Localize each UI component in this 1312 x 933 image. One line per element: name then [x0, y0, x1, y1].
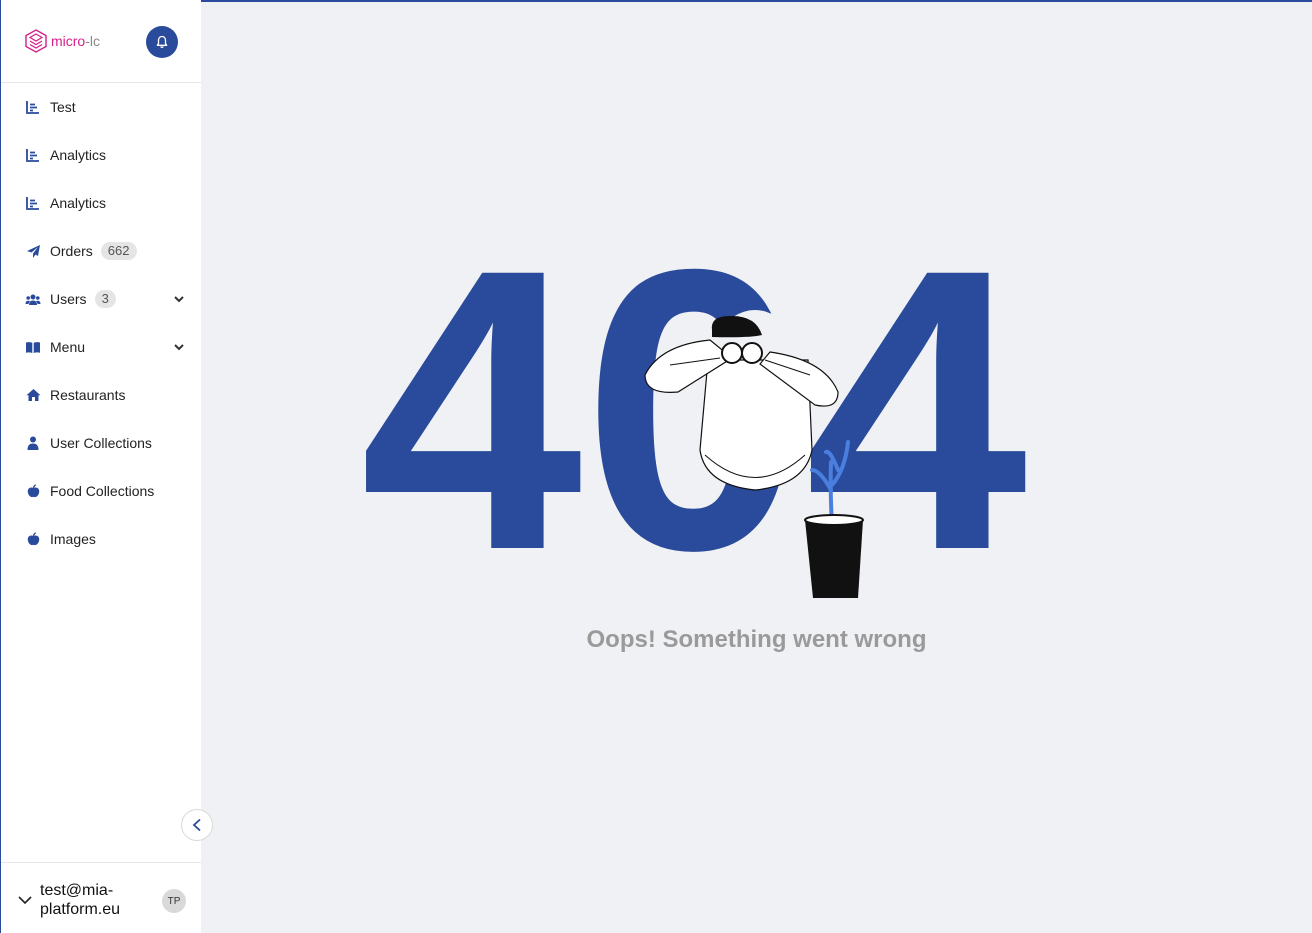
user-email: test@mia-platform.eu	[40, 882, 121, 918]
chevron-down-icon[interactable]	[173, 341, 185, 353]
apple-icon	[25, 483, 41, 499]
paper-plane-icon	[25, 243, 41, 259]
sidebar-item-images[interactable]: Images	[1, 515, 201, 563]
sidebar-item-test[interactable]: Test	[1, 83, 201, 131]
sidebar-item-food-collections[interactable]: Food Collections	[1, 467, 201, 515]
error-404-illustration: 404	[360, 240, 1030, 610]
app-logo[interactable]: micro-lc	[25, 29, 100, 53]
sidebar-item-label: Analytics	[50, 147, 107, 163]
error-message: Oops! Something went wrong	[586, 626, 927, 653]
chart-icon	[25, 195, 41, 211]
error-digit-left: 404	[360, 240, 1030, 610]
user-footer[interactable]: test@mia-platform.eu TP	[1, 862, 201, 933]
logo-cube-icon	[25, 29, 47, 53]
sidebar-item-label: Users	[50, 291, 87, 307]
sidebar-item-label: Menu	[50, 339, 86, 355]
sidebar-item-menu[interactable]: Menu	[1, 323, 201, 371]
sidebar-header: micro-lc	[1, 0, 201, 83]
users-icon	[25, 291, 41, 307]
users-count-badge: 3	[94, 290, 116, 308]
sidebar-item-users[interactable]: Users 3	[1, 275, 201, 323]
sidebar-item-restaurants[interactable]: Restaurants	[1, 371, 201, 419]
chart-icon	[25, 147, 41, 163]
user-icon	[25, 435, 41, 451]
sidebar-item-label: Test	[50, 99, 76, 115]
sidebar-item-label: User Collections	[50, 435, 152, 451]
sidebar-menu: Test Analytics Analytics Orders 662 User…	[1, 83, 201, 563]
sidebar-item-label: Images	[50, 531, 96, 547]
sidebar-item-label: Restaurants	[50, 387, 126, 403]
orders-count-badge: 662	[100, 242, 137, 260]
sidebar-item-analytics[interactable]: Analytics	[1, 131, 201, 179]
bell-icon	[156, 35, 168, 49]
sidebar-item-user-collections[interactable]: User Collections	[1, 419, 201, 467]
chevron-left-icon	[192, 818, 201, 832]
apple-icon	[25, 531, 41, 547]
collapse-sidebar-button[interactable]	[181, 809, 213, 841]
sidebar-item-label: Analytics	[50, 195, 107, 211]
sidebar-item-orders[interactable]: Orders 662	[1, 227, 201, 275]
sidebar: micro-lc Test Analytics Analytics Orders…	[0, 0, 201, 933]
sidebar-item-label: Food Collections	[50, 483, 155, 499]
home-icon	[25, 387, 41, 403]
book-icon	[25, 339, 41, 355]
sidebar-item-analytics-2[interactable]: Analytics	[1, 179, 201, 227]
sidebar-item-label: Orders	[50, 243, 93, 259]
logo-text: micro-lc	[51, 33, 101, 49]
chevron-down-icon[interactable]	[173, 293, 185, 305]
avatar[interactable]: TP	[162, 889, 186, 913]
notifications-button[interactable]	[146, 26, 178, 58]
chevron-down-icon[interactable]	[17, 894, 33, 906]
chart-icon	[25, 99, 41, 115]
